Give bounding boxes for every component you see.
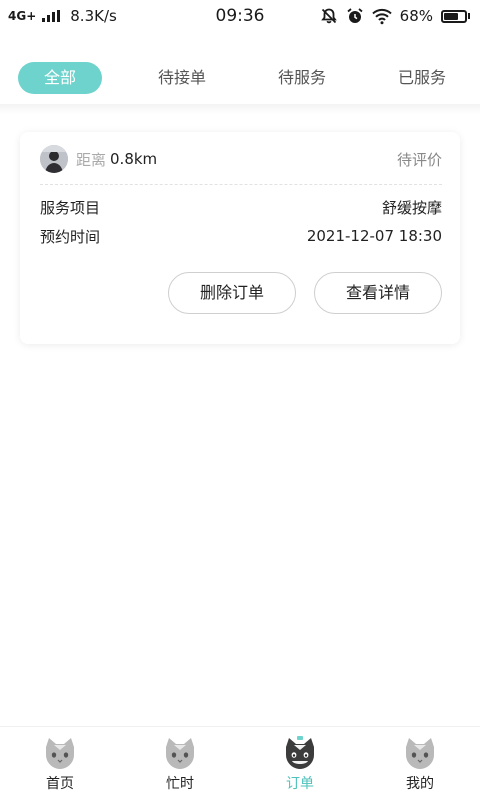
appointment-time-row: 预约时间 2021-12-07 18:30 [40,224,442,248]
order-card[interactable]: 距离 0.8km 待评价 服务项目 舒缓按摩 预约时间 2021-12-07 1… [20,132,460,344]
order-filter-tabs: 全部 待接单 待服务 已服务 [0,52,480,104]
battery-percent: 68% [399,7,433,25]
nav-label-home: 首页 [46,776,74,792]
mute-bell-icon [320,8,337,24]
appointment-time-label: 预约时间 [40,227,101,246]
cat-order-icon [286,736,314,769]
nav-label-profile: 我的 [406,776,434,792]
app-screen: 4G+ 8.3K/s 09:36 68% 全部 待接单 待服务 已服务 距离 0… [0,0,480,800]
distance-label: 距离 [76,150,107,169]
tab-divider-shadow [0,104,480,114]
nav-item-home[interactable]: 首页 [0,735,120,793]
distance-value: 0.8km [110,150,158,168]
nav-item-busy[interactable]: 忙时 [120,735,240,793]
tab-pending-service[interactable]: 待服务 [260,62,344,94]
cat-profile-icon [406,738,434,769]
network-speed: 8.3K/s [70,7,117,25]
tab-all[interactable]: 全部 [18,62,102,94]
signal-icon [42,10,61,22]
nav-label-busy: 忙时 [166,776,194,792]
nav-item-profile[interactable]: 我的 [360,735,480,793]
appointment-time-value: 2021-12-07 18:30 [306,227,442,245]
service-item-label: 服务项目 [40,198,101,217]
card-divider [40,184,442,185]
nav-item-orders[interactable]: 订单 [240,735,360,793]
battery-icon [441,9,470,23]
service-item-row: 服务项目 舒缓按摩 [40,195,442,219]
cat-busy-icon [166,738,194,769]
service-item-value: 舒缓按摩 [381,198,442,217]
status-left: 4G+ 8.3K/s [8,7,117,25]
tab-pending-accept[interactable]: 待接单 [140,62,224,94]
avatar [40,145,68,173]
view-details-button[interactable]: 查看详情 [314,272,442,314]
order-card-header: 距离 0.8km 待评价 [40,144,442,174]
order-status-badge: 待评价 [396,150,442,169]
status-right: 68% [320,7,470,25]
network-type: 4G+ [8,9,37,23]
cat-home-icon [46,738,74,769]
tab-served[interactable]: 已服务 [380,62,464,94]
bottom-nav: 首页 忙时 订单 我的 [0,726,480,800]
nav-label-orders: 订单 [286,776,314,792]
alarm-icon [347,8,363,23]
status-bar: 4G+ 8.3K/s 09:36 68% [0,0,480,32]
delete-order-button[interactable]: 删除订单 [168,272,296,314]
wifi-icon [371,8,392,25]
battery-fill [444,12,458,20]
